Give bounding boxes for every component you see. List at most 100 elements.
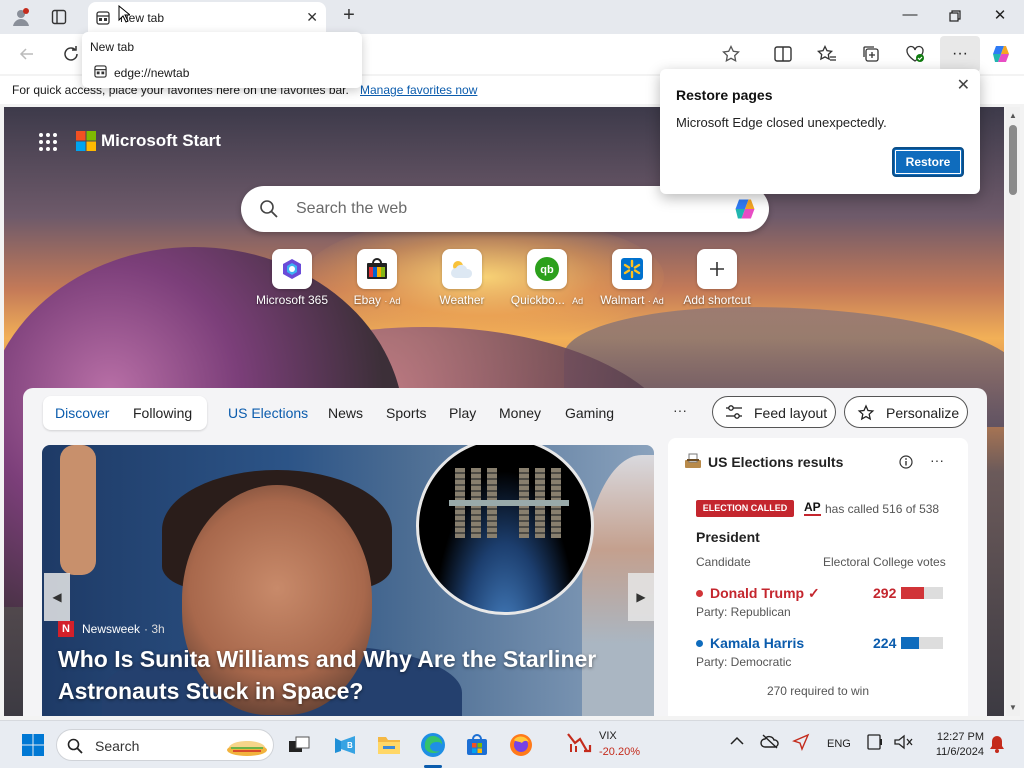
ad-tag: · Ad [647,296,664,306]
profile-icon[interactable] [8,5,34,29]
carousel-prev-button[interactable]: ◀ [44,573,70,621]
close-window-button[interactable]: ✕ [988,6,1012,28]
back-button[interactable] [14,42,40,66]
tab-close-icon[interactable]: ✕ [306,9,318,26]
notification-bell-icon[interactable] [988,734,1006,757]
firefox-icon[interactable] [506,731,536,759]
refresh-button[interactable] [58,42,84,66]
news-feed: Discover Following US Elections News Spo… [23,388,987,716]
carousel-next-button[interactable]: ▶ [628,573,654,621]
restore-window-button[interactable] [943,6,967,28]
volume-muted-icon[interactable] [893,733,913,754]
feed-navigation: Discover Following US Elections News Spo… [23,388,987,438]
scroll-up-arrow-icon[interactable]: ▲ [1009,111,1017,120]
personalize-button[interactable]: Personalize [844,396,968,428]
scrollbar-thumb[interactable] [1009,125,1017,195]
called-count: has called 516 of 538 [825,502,940,516]
stock-widget[interactable]: VIX -20.20% [566,730,640,759]
microsoft-logo-icon [76,131,96,151]
device-battery-icon[interactable] [866,733,886,754]
windows-taskbar: Search B VIX -20.20% ENG 12:27 PM 11/6/2… [0,720,1024,768]
browser-essentials-icon[interactable] [902,42,928,66]
party-dot [696,590,703,597]
shortcut-walmart[interactable]: Walmart · Ad [592,249,672,309]
settings-more-button[interactable]: ··· [940,36,980,72]
more-tabs-button[interactable]: ··· [673,402,687,418]
tooltip-url: edge://newtab [114,66,190,80]
candidate-party: Party: Democratic [696,655,792,669]
tab-strip: New tab ✕ + — ✕ [0,0,1024,34]
copilot-icon[interactable] [988,42,1014,66]
file-explorer-icon[interactable] [374,731,404,759]
info-icon[interactable] [899,455,913,472]
new-tab-button[interactable]: + [338,5,360,27]
sliders-icon [725,404,743,423]
cloud-offline-icon[interactable] [760,733,780,752]
party-dot [696,640,703,647]
location-arrow-icon[interactable] [792,733,810,754]
tab-hover-card: New tab edge://newtab [82,32,362,88]
collections-icon[interactable] [858,42,884,66]
vertical-tabs-icon[interactable] [46,5,72,29]
clock-time: 12:27 PM [936,731,984,743]
system-clock[interactable]: 12:27 PM 11/6/2024 [924,730,984,760]
shortcut-microsoft365[interactable]: Microsoft 365 [252,249,332,309]
more-options-button[interactable]: ··· [930,452,944,468]
column-votes: Electoral College votes [823,555,946,569]
tab-money[interactable]: Money [499,405,541,421]
tooltip-title: New tab [90,40,135,54]
minimize-button[interactable]: — [898,6,922,28]
copilot-icon[interactable] [731,196,759,225]
favorite-star-icon[interactable] [718,42,744,66]
page-icon [94,65,107,81]
votes-bar [901,637,943,649]
hero-story-card[interactable]: ◀ ▶ N Newsweek · 3h Who Is Sunita Willia… [42,445,654,716]
candidate-votes: 292 [873,585,897,601]
taskbar-search[interactable]: Search [56,729,274,761]
search-input[interactable] [296,186,716,232]
chevron-up-icon[interactable] [730,735,744,749]
shortcut-weather[interactable]: Weather [422,249,502,309]
feed-layout-button[interactable]: Feed layout [712,396,836,428]
app-launcher-icon[interactable] [38,132,58,152]
page-scrollbar[interactable]: ▲ ▼ [1006,107,1020,716]
tab-play[interactable]: Play [449,405,476,421]
tab-following[interactable]: Following [133,405,192,421]
tab-discover[interactable]: Discover [55,405,109,421]
election-called-badge: ELECTION CALLED [696,500,794,517]
search-icon [259,199,279,222]
tab-sports[interactable]: Sports [386,405,426,421]
tab-us-elections[interactable]: US Elections [228,405,308,421]
tab-news[interactable]: News [328,405,363,421]
candidate-name: Kamala Harris [710,635,805,651]
candidate-row[interactable]: Donald Trump ✓ Party: Republican 292 [696,585,946,625]
shortcut-add[interactable]: Add shortcut [677,249,757,309]
tab-gaming[interactable]: Gaming [565,405,614,421]
close-icon[interactable]: ✕ [957,75,970,95]
search-icon [67,738,83,757]
story-headline[interactable]: Who Is Sunita Williams and Why Are the S… [58,643,628,707]
candidate-row[interactable]: Kamala Harris Party: Democratic 224 [696,635,946,675]
task-view-icon[interactable] [284,731,314,759]
story-source: N Newsweek · 3h [58,621,165,637]
microsoft-start-title[interactable]: Microsoft Start [101,131,221,151]
shortcut-ebay[interactable]: Ebay · Ad [337,249,417,309]
feed-layout-label: Feed layout [754,405,828,421]
ap-logo: AP [804,500,821,516]
edge-browser-icon[interactable] [418,731,448,759]
windows-start-icon[interactable] [18,731,48,759]
election-results-card[interactable]: US Elections results ··· ELECTION CALLED… [668,438,968,716]
candidate-name: Donald Trump ✓ [710,585,820,601]
language-indicator[interactable]: ENG [827,738,851,750]
split-screen-icon[interactable] [770,42,796,66]
scroll-down-arrow-icon[interactable]: ▼ [1009,703,1017,712]
restore-button[interactable]: Restore [892,147,964,177]
manage-favorites-link[interactable]: Manage favorites now [360,83,477,97]
favorites-icon[interactable] [814,42,840,66]
shortcut-label: Weather [439,293,485,307]
shortcut-quickbooks[interactable]: qb Quickbo... Ad [507,249,587,309]
column-candidate: Candidate [696,555,751,569]
visual-studio-icon[interactable]: B [330,731,360,759]
candidate-party: Party: Republican [696,605,791,619]
microsoft-store-icon[interactable] [462,731,492,759]
